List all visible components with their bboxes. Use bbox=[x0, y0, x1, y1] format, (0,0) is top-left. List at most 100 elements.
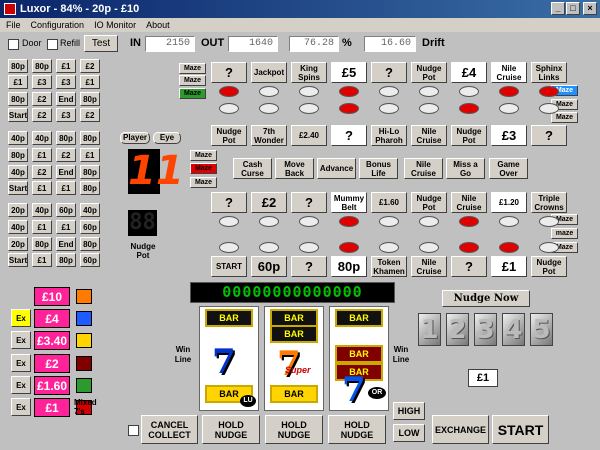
stake-grid-button[interactable]: £3 bbox=[32, 75, 52, 89]
stake-grid-button[interactable]: End bbox=[56, 92, 76, 106]
maze-button[interactable]: Maze bbox=[551, 112, 578, 123]
stake-grid-button[interactable]: 60p bbox=[56, 203, 76, 217]
win-line-label: Win Line bbox=[392, 345, 410, 364]
stake-grid-button[interactable]: 40p bbox=[80, 203, 100, 217]
stake-grid-button[interactable]: 60p bbox=[80, 220, 100, 234]
maximize-button[interactable]: □ bbox=[566, 2, 580, 15]
stake-grid-button[interactable]: 80p bbox=[8, 59, 28, 73]
stake-grid-button[interactable]: £1 bbox=[32, 220, 52, 234]
menu-file[interactable]: File bbox=[6, 18, 21, 32]
stake-grid-button[interactable]: 20p bbox=[8, 237, 28, 251]
stake-grid-button[interactable]: 80p bbox=[32, 237, 52, 251]
close-button[interactable]: × bbox=[583, 2, 597, 15]
stake-grid-button[interactable]: 60p bbox=[80, 253, 100, 267]
trail-lamp bbox=[459, 242, 479, 253]
exchange-toggle[interactable]: Ex bbox=[11, 331, 31, 349]
stake-grid-button[interactable]: £2 bbox=[80, 59, 100, 73]
trail-cell: Miss a Go bbox=[446, 158, 485, 179]
maze-button-active[interactable]: Maze bbox=[179, 88, 206, 99]
high-button[interactable]: HIGH bbox=[393, 402, 425, 420]
maze-button[interactable]: Maze bbox=[190, 177, 217, 188]
trail-cell: ? bbox=[211, 62, 247, 83]
stake-grid-button[interactable]: 80p bbox=[56, 131, 76, 145]
stake-grid-button[interactable]: £3 bbox=[56, 75, 76, 89]
stake-grid-button[interactable]: End bbox=[56, 165, 76, 179]
stake-grid-button[interactable]: £1 bbox=[80, 75, 100, 89]
stake-grid-button[interactable]: £1 bbox=[80, 148, 100, 162]
exchange-toggle[interactable]: Ex bbox=[11, 398, 31, 416]
stake-grid-button[interactable]: 80p bbox=[80, 181, 100, 195]
collect-checkbox[interactable] bbox=[128, 425, 139, 436]
hold-nudge-button-1[interactable]: HOLD NUDGE bbox=[202, 415, 260, 444]
hold-nudge-button-2[interactable]: HOLD NUDGE bbox=[265, 415, 323, 444]
maze-button[interactable]: Maze bbox=[179, 63, 206, 74]
trail-cell: Nudge Pot bbox=[411, 192, 447, 213]
trail-lamp bbox=[299, 86, 319, 97]
stake-grid-button[interactable]: 40p bbox=[32, 131, 52, 145]
menu-io-monitor[interactable]: IO Monitor bbox=[94, 18, 136, 32]
stake-grid-button[interactable]: £1 bbox=[32, 181, 52, 195]
trail-lamp bbox=[499, 216, 519, 227]
trail-cell: ? bbox=[291, 192, 327, 213]
exchange-toggle[interactable]: Ex bbox=[11, 376, 31, 394]
trail-cell: Nudge Pot bbox=[211, 125, 247, 146]
stake-grid-button[interactable]: £2 bbox=[80, 108, 100, 122]
eye-button[interactable]: Eye bbox=[153, 132, 181, 144]
stake-grid-button[interactable]: 80p bbox=[80, 237, 100, 251]
stake-grid-button[interactable]: 80p bbox=[80, 92, 100, 106]
player-button[interactable]: Player bbox=[120, 132, 150, 144]
trail-cell: £5 bbox=[331, 62, 367, 83]
exchange-toggle[interactable]: Ex bbox=[11, 309, 31, 327]
stake-grid-button[interactable]: 40p bbox=[32, 203, 52, 217]
stake-grid-button[interactable]: 40p bbox=[8, 131, 28, 145]
stake-grid-button[interactable]: £2 bbox=[32, 108, 52, 122]
maze-button-active[interactable]: Maze bbox=[190, 163, 217, 174]
stake-grid-button[interactable]: 80p bbox=[80, 165, 100, 179]
maze-button[interactable]: Maze bbox=[179, 75, 206, 86]
stake-grid-button[interactable]: 80p bbox=[56, 253, 76, 267]
trail-lamp bbox=[499, 86, 519, 97]
cancel-collect-button[interactable]: CANCEL COLLECT bbox=[141, 415, 198, 444]
title-bar: Luxor - 84% - 20p - £10 bbox=[0, 0, 600, 18]
stake-grid-button[interactable]: 80p bbox=[8, 148, 28, 162]
hold-nudge-button-3[interactable]: HOLD NUDGE bbox=[328, 415, 386, 444]
stake-grid-button[interactable]: £2 bbox=[32, 92, 52, 106]
exchange-button[interactable]: EXCHANGE bbox=[432, 415, 489, 444]
low-button[interactable]: LOW bbox=[393, 424, 425, 442]
stake-grid-button[interactable]: £1 bbox=[56, 181, 76, 195]
maze-button[interactable]: maze bbox=[551, 228, 578, 239]
stake-grid-button[interactable]: £1 bbox=[8, 75, 28, 89]
trail-cell: Nudge Pot bbox=[531, 256, 567, 277]
menu-about[interactable]: About bbox=[146, 18, 170, 32]
exchange-toggle[interactable]: Ex bbox=[11, 354, 31, 372]
minimize-button[interactable]: _ bbox=[551, 2, 565, 15]
stake-grid-button[interactable]: £1 bbox=[32, 148, 52, 162]
trail-lamp bbox=[379, 242, 399, 253]
stake-grid-button[interactable]: Start bbox=[8, 108, 28, 122]
stake-grid-button[interactable]: End bbox=[56, 237, 76, 251]
stake-grid-button[interactable]: 80p bbox=[8, 92, 28, 106]
start-button[interactable]: START bbox=[492, 415, 549, 444]
stake-grid-button[interactable]: £1 bbox=[32, 253, 52, 267]
trail-cell: £1.60 bbox=[371, 192, 407, 213]
test-button[interactable]: Test bbox=[84, 35, 118, 52]
stake-grid-button[interactable]: 80p bbox=[32, 59, 52, 73]
stake-grid-button[interactable]: 40p bbox=[8, 220, 28, 234]
stake-grid-button[interactable]: £1 bbox=[56, 59, 76, 73]
stake-grid-button[interactable]: Start bbox=[8, 253, 28, 267]
trail-cell: Nile Cruise bbox=[404, 158, 443, 179]
stake-grid-button[interactable]: £1 bbox=[56, 220, 76, 234]
door-checkbox[interactable] bbox=[8, 39, 19, 50]
stake-grid-button[interactable]: 80p bbox=[80, 131, 100, 145]
trail-lamp bbox=[219, 103, 239, 114]
menu-configuration[interactable]: Configuration bbox=[31, 18, 85, 32]
bar-symbol: BAR bbox=[270, 325, 318, 343]
stake-grid-button[interactable]: £2 bbox=[56, 148, 76, 162]
stake-grid-button[interactable]: £3 bbox=[56, 108, 76, 122]
stake-grid-button[interactable]: 40p bbox=[8, 165, 28, 179]
refill-checkbox[interactable] bbox=[47, 39, 58, 50]
maze-button[interactable]: Maze bbox=[190, 150, 217, 161]
stake-grid-button[interactable]: Start bbox=[8, 181, 28, 195]
stake-grid-button[interactable]: £2 bbox=[32, 165, 52, 179]
stake-grid-button[interactable]: 20p bbox=[8, 203, 28, 217]
